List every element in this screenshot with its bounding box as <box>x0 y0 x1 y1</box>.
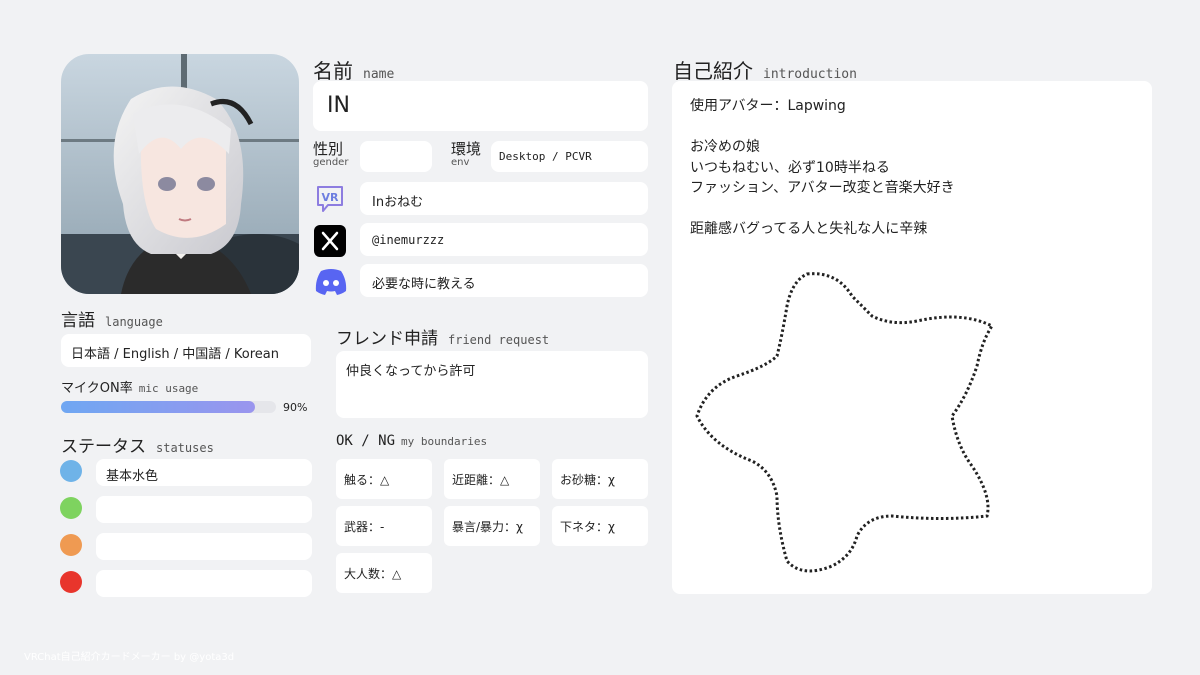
status-field: 基本水色 <box>96 459 312 486</box>
friend-title: フレンド申請 friend request <box>336 329 550 349</box>
footer-credit: VRChat自己紹介カードメーカー by @yota3d <box>24 652 235 663</box>
status-color-dot <box>60 497 82 519</box>
boundary-label: 武器：- <box>344 520 385 534</box>
boundary-label: 近距離：△ <box>452 473 510 487</box>
intro-line: 距離感バグってる人と失礼な人に辛辣 <box>690 221 928 237</box>
x-value: @inemurzzz <box>372 233 445 247</box>
status-field <box>96 496 312 523</box>
x-logo-icon <box>314 225 346 257</box>
boundary-item: 大人数：△ <box>336 553 432 593</box>
ascii-star-art <box>695 272 995 573</box>
intro-line <box>690 117 955 138</box>
boundary-item: 武器：- <box>336 506 432 546</box>
friend-value: 仲良くなってから許可 <box>346 364 476 379</box>
intro-card: 使用アバター：Lapwing お冷めの娘いつもねむい、必ず10時半ねるファッション… <box>672 81 1152 594</box>
svg-text:VR: VR <box>322 191 340 204</box>
boundary-item: お砂糖：χ <box>552 459 648 499</box>
name-title: 名前 name <box>313 59 395 83</box>
status-color-dot <box>60 460 82 482</box>
mic-progress-track <box>61 401 276 413</box>
boundaries-title: OK / NG my boundaries <box>336 433 488 449</box>
discord-value: 必要な時に教える <box>372 277 476 292</box>
language-value: 日本語 / English / 中国語 / Korean <box>71 347 279 362</box>
vrchat-field: Inおねむ <box>360 182 648 215</box>
boundary-label: 大人数：△ <box>344 567 402 581</box>
friend-field: 仲良くなってから許可 <box>336 351 648 418</box>
boundary-item: 下ネタ：χ <box>552 506 648 546</box>
boundary-item: 触る：△ <box>336 459 432 499</box>
mic-title: マイクON率 mic usage <box>61 381 199 396</box>
avatar-image <box>61 54 299 294</box>
boundary-item: 近距離：△ <box>444 459 540 499</box>
gender-field <box>360 141 432 172</box>
language-title: 言語 language <box>61 311 163 331</box>
status-field <box>96 533 312 560</box>
name-value: IN <box>327 93 350 118</box>
intro-text: 使用アバター：Lapwing お冷めの娘いつもねむい、必ず10時半ねるファッション… <box>690 96 955 240</box>
env-field: Desktop / PCVR <box>491 141 648 172</box>
status-field <box>96 570 312 597</box>
gender-title: 性別 gender <box>313 140 349 168</box>
mic-progress-fill <box>61 401 255 413</box>
boundary-item: 暴言/暴力：χ <box>444 506 540 546</box>
intro-line <box>690 199 955 220</box>
env-value: Desktop / PCVR <box>499 150 592 163</box>
name-field: IN <box>313 81 648 131</box>
env-title: 環境 env <box>451 140 482 168</box>
boundary-label: お砂糖：χ <box>560 473 615 487</box>
x-field: @inemurzzz <box>360 223 648 256</box>
boundary-label: 下ネタ：χ <box>560 520 615 534</box>
discord-icon <box>314 266 348 296</box>
status-label: 基本水色 <box>106 469 159 484</box>
status-color-dot <box>60 571 82 593</box>
intro-line: ファッション、アバター改変と音楽大好き <box>690 180 955 196</box>
intro-line: お冷めの娘 <box>690 139 760 155</box>
intro-line: いつもねむい、必ず10時半ねる <box>690 159 890 176</box>
mic-percent: 90% <box>283 401 308 414</box>
boundary-label: 暴言/暴力：χ <box>452 520 523 534</box>
intro-line: 使用アバター：Lapwing <box>690 98 846 114</box>
discord-field: 必要な時に教える <box>360 264 648 297</box>
vrchat-value: Inおねむ <box>372 195 424 210</box>
language-field: 日本語 / English / 中国語 / Korean <box>61 334 311 367</box>
boundary-label: 触る：△ <box>344 473 390 487</box>
vrchat-icon: VR <box>314 183 346 215</box>
intro-title: 自己紹介 introduction <box>673 59 857 83</box>
status-title: ステータス statuses <box>61 437 214 457</box>
status-color-dot <box>60 534 82 556</box>
